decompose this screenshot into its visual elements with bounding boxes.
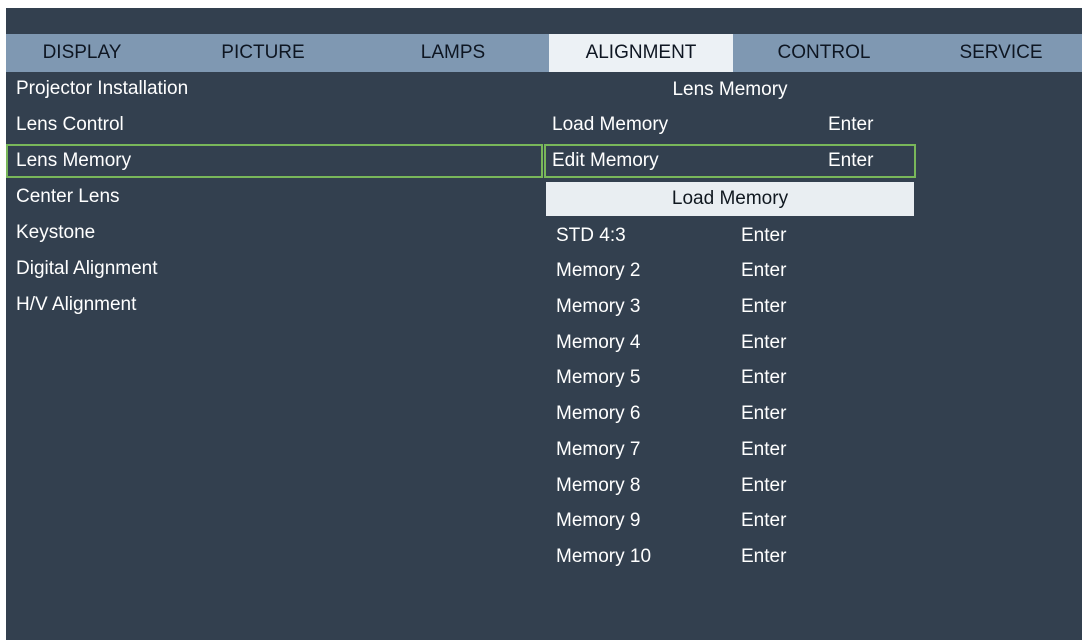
menu-item-hv-alignment[interactable]: H/V Alignment (6, 288, 543, 322)
memory-name: STD 4:3 (556, 225, 626, 246)
memory-name: Memory 3 (556, 296, 641, 317)
memory-list-item[interactable]: Memory 6 Enter (546, 396, 914, 431)
memory-enter[interactable]: Enter (741, 253, 786, 288)
memory-enter[interactable]: Enter (741, 325, 786, 360)
memory-enter[interactable]: Enter (741, 503, 786, 538)
edit-memory-row[interactable]: Edit Memory Enter (544, 144, 916, 178)
memory-name: Memory 7 (556, 439, 641, 460)
memory-list-item[interactable]: Memory 4 Enter (546, 325, 914, 360)
memory-enter[interactable]: Enter (741, 289, 786, 324)
tab-service[interactable]: SERVICE (926, 34, 1076, 72)
edit-memory-label: Edit Memory (552, 150, 659, 171)
menu-item-digital-alignment[interactable]: Digital Alignment (6, 252, 543, 286)
memory-enter[interactable]: Enter (741, 468, 786, 503)
tab-alignment[interactable]: ALIGNMENT (549, 34, 733, 72)
memory-list-item[interactable]: Memory 2 Enter (546, 253, 914, 288)
memory-name: Memory 2 (556, 260, 641, 281)
load-memory-enter[interactable]: Enter (828, 108, 873, 142)
memory-name: Memory 4 (556, 332, 641, 353)
memory-list-item[interactable]: Memory 9 Enter (546, 503, 914, 538)
memory-list-item[interactable]: STD 4:3 Enter (546, 218, 914, 253)
menu-item-lens-memory[interactable]: Lens Memory (6, 144, 543, 178)
memory-enter[interactable]: Enter (741, 218, 786, 253)
lens-memory-title: Lens Memory (672, 79, 788, 100)
memory-name: Memory 5 (556, 367, 641, 388)
menu-item-projector-installation[interactable]: Projector Installation (6, 72, 543, 106)
memory-name: Memory 6 (556, 403, 641, 424)
memory-list-item[interactable]: Memory 3 Enter (546, 289, 914, 324)
memory-enter[interactable]: Enter (741, 539, 786, 574)
memory-list-item[interactable]: Memory 10 Enter (546, 539, 914, 574)
memory-enter[interactable]: Enter (741, 360, 786, 395)
load-memory-row[interactable]: Load Memory Enter (544, 108, 916, 142)
load-memory-dropdown-title: Load Memory (546, 182, 914, 216)
memory-name: Memory 9 (556, 510, 641, 531)
memory-list-item[interactable]: Memory 8 Enter (546, 468, 914, 503)
tab-lamps[interactable]: LAMPS (383, 34, 523, 72)
menu-item-center-lens[interactable]: Center Lens (6, 180, 543, 214)
memory-list-item[interactable]: Memory 5 Enter (546, 360, 914, 395)
memory-list-item[interactable]: Memory 7 Enter (546, 432, 914, 467)
memory-name: Memory 10 (556, 546, 652, 567)
projector-osd-screen: DISPLAY PICTURE LAMPS ALIGNMENT CONTROL … (6, 8, 1082, 640)
tab-control[interactable]: CONTROL (739, 34, 909, 72)
menu-item-keystone[interactable]: Keystone (6, 216, 543, 250)
load-memory-label: Load Memory (552, 114, 669, 135)
memory-name: Memory 8 (556, 475, 641, 496)
edit-memory-enter[interactable]: Enter (828, 146, 873, 176)
menu-bar: DISPLAY PICTURE LAMPS ALIGNMENT CONTROL … (6, 34, 1082, 72)
menu-item-lens-control[interactable]: Lens Control (6, 108, 543, 142)
tab-display[interactable]: DISPLAY (6, 34, 158, 72)
tab-picture[interactable]: PICTURE (188, 34, 338, 72)
memory-enter[interactable]: Enter (741, 432, 786, 467)
memory-enter[interactable]: Enter (741, 396, 786, 431)
